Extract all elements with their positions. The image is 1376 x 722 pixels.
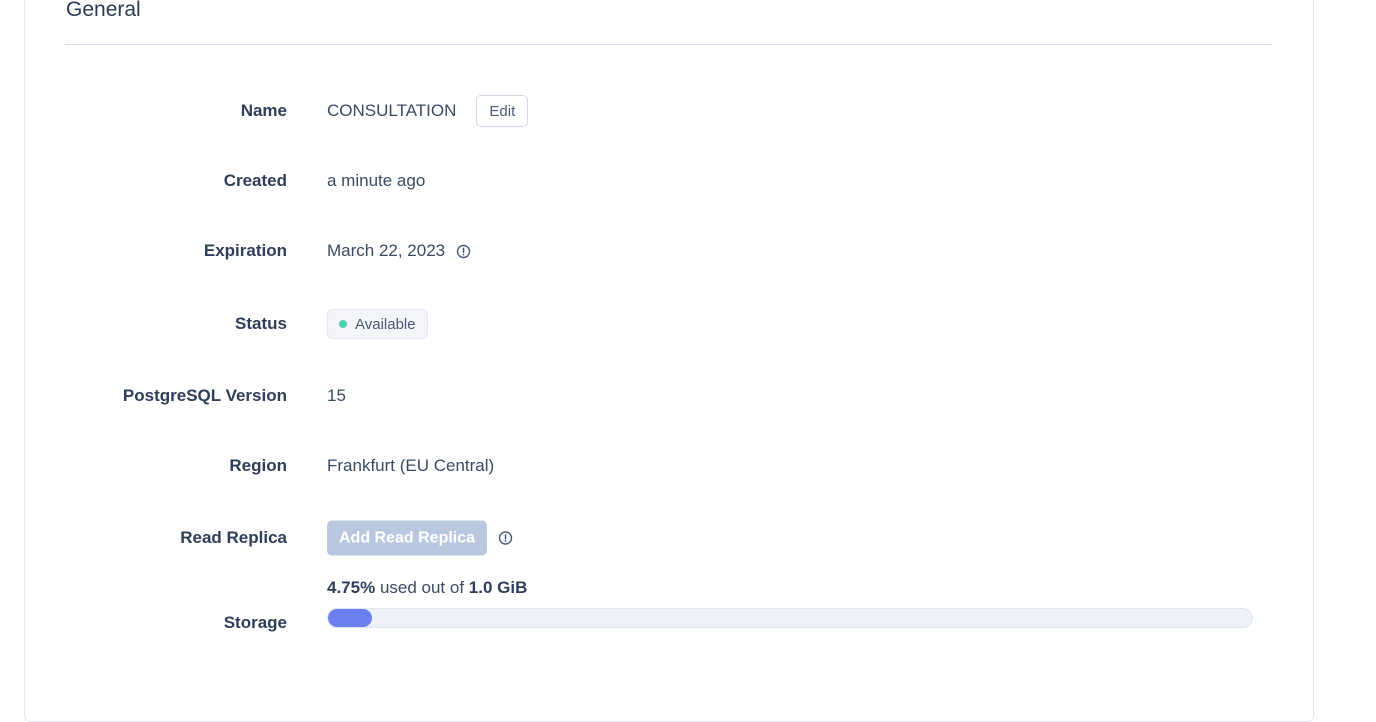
status-value-group: Available (327, 309, 428, 339)
status-label: Status (235, 314, 287, 333)
storage-percent: 4.75% (327, 578, 376, 597)
storage-progress-bar (327, 608, 1253, 628)
storage-progress-fill (328, 609, 372, 627)
status-dot-icon (339, 320, 347, 328)
name-label: Name (240, 101, 287, 120)
section-title: General (66, 0, 141, 21)
row-read-replica: Read Replica Add Read Replica (25, 518, 1313, 558)
info-icon[interactable] (498, 531, 513, 546)
status-text: Available (355, 315, 416, 333)
row-status: Status Available (25, 304, 1313, 344)
storage-label: Storage (223, 613, 287, 632)
expiration-value: March 22, 2023 (327, 241, 446, 260)
status-badge: Available (327, 309, 428, 339)
storage-text: 4.75% used out of 1.0 GiB (327, 578, 1253, 598)
expiration-label: Expiration (203, 241, 287, 260)
name-value: CONSULTATION (327, 101, 457, 120)
info-icon[interactable] (456, 244, 471, 259)
add-read-replica-button[interactable]: Add Read Replica (327, 520, 488, 556)
storage-usage: 4.75% used out of 1.0 GiB (327, 578, 1253, 628)
row-created: Created a minute ago (25, 161, 1313, 201)
created-label: Created (223, 171, 287, 190)
expiration-value-group: March 22, 2023 (327, 241, 471, 261)
storage-total: 1.0 GiB (468, 578, 528, 597)
read-replica-label: Read Replica (180, 528, 287, 547)
read-replica-value-group: Add Read Replica (327, 520, 513, 556)
general-card: General Name CONSULTATION Edit Created a… (24, 0, 1314, 722)
region-value: Frankfurt (EU Central) (327, 456, 495, 475)
region-label: Region (229, 456, 287, 475)
version-label: PostgreSQL Version (122, 386, 287, 405)
version-value: 15 (327, 386, 346, 405)
edit-name-button[interactable]: Edit (476, 95, 529, 127)
row-region: Region Frankfurt (EU Central) (25, 446, 1313, 486)
row-expiration: Expiration March 22, 2023 (25, 231, 1313, 271)
name-value-group: CONSULTATION Edit (327, 95, 529, 127)
storage-used-text: used out of (379, 578, 465, 597)
section-divider (65, 44, 1272, 45)
created-value: a minute ago (327, 171, 426, 190)
row-version: PostgreSQL Version 15 (25, 376, 1313, 416)
row-name: Name CONSULTATION Edit (25, 91, 1313, 131)
